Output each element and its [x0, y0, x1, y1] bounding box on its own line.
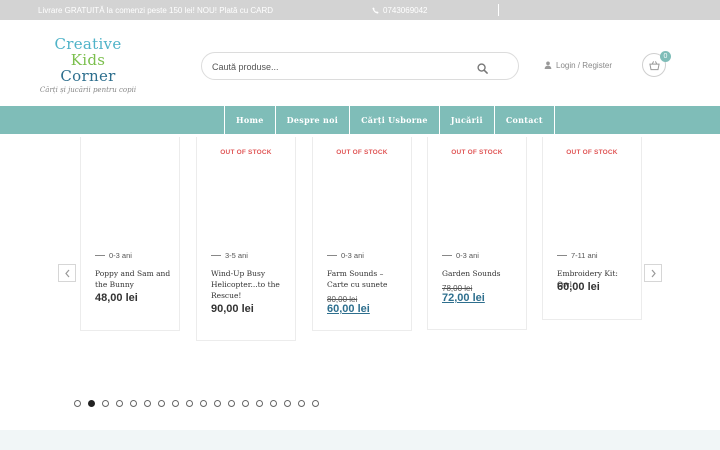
nav-menu: Home Despre noi Cărți Usborne Jucării Co… — [224, 106, 555, 134]
nav-item-home[interactable]: Home — [225, 106, 276, 134]
nav-item-contact[interactable]: Contact — [495, 106, 555, 134]
nav-item-carti-usborne[interactable]: Cărți Usborne — [350, 106, 440, 134]
out-of-stock-badge: OUT OF STOCK — [566, 149, 618, 156]
carousel-dot[interactable] — [186, 400, 193, 407]
chevron-left-icon — [65, 269, 70, 278]
phone-number: 0743069042 — [383, 6, 428, 15]
carousel-next-button[interactable] — [644, 264, 662, 282]
phone-icon — [372, 7, 379, 14]
product-title[interactable]: Farm Sounds – Carte cu sunete — [327, 268, 403, 290]
nav-item-jucarii[interactable]: Jucării — [440, 106, 495, 134]
carousel-dot[interactable] — [74, 400, 81, 407]
product-price: 48,00 lei — [95, 292, 138, 304]
user-icon — [544, 61, 552, 69]
product-price: 60,00 lei — [557, 281, 600, 293]
carousel-dot[interactable] — [242, 400, 249, 407]
carousel-dot[interactable] — [158, 400, 165, 407]
main-navigation: Home Despre noi Cărți Usborne Jucării Co… — [0, 106, 720, 134]
product-age: 3-5 ani — [211, 251, 248, 260]
product-title[interactable]: Garden Sounds — [442, 268, 518, 279]
search-button[interactable] — [477, 61, 488, 79]
logo-line-3: Corner — [60, 67, 116, 85]
product-card[interactable]: OUT OF STOCK 0-3 ani Garden Sounds 78,00… — [427, 137, 527, 330]
carousel-dot[interactable] — [214, 400, 221, 407]
login-register-link[interactable]: Login / Register — [544, 61, 612, 70]
site-logo[interactable]: Creative Kids Corner Cărți și jucării pe… — [36, 36, 140, 94]
topbar-divider — [498, 4, 499, 16]
logo-tagline: Cărți și jucării pentru copii — [39, 86, 137, 94]
footer-strip — [0, 430, 720, 450]
basket-icon — [649, 61, 660, 71]
carousel-dot[interactable] — [284, 400, 291, 407]
product-card[interactable]: OUT OF STOCK 0-3 ani Farm Sounds – Carte… — [312, 137, 412, 331]
cart-button[interactable]: 0 — [642, 51, 671, 77]
product-age: 0-3 ani — [327, 251, 364, 260]
promo-text: Livrare GRATUITĂ la comenzi peste 150 le… — [38, 6, 274, 15]
carousel-dot[interactable] — [144, 400, 151, 407]
cart-count-badge: 0 — [660, 51, 671, 62]
carousel-dot[interactable] — [130, 400, 137, 407]
login-label: Login / Register — [556, 61, 613, 70]
product-card[interactable]: OUT OF STOCK 7-11 ani Embroidery Kit: Ow… — [542, 137, 642, 320]
product-title[interactable]: Poppy and Sam and the Bunny — [95, 268, 171, 290]
carousel-pagination — [74, 400, 326, 407]
product-card[interactable]: OUT OF STOCK 3-5 ani Wind-Up Busy Helico… — [196, 137, 296, 341]
chevron-right-icon — [651, 269, 656, 278]
product-price: 90,00 lei — [211, 303, 254, 315]
out-of-stock-badge: OUT OF STOCK — [220, 149, 272, 156]
product-title[interactable]: Wind-Up Busy Helicopter...to the Rescue! — [211, 268, 287, 301]
carousel-dot[interactable] — [116, 400, 123, 407]
product-card[interactable]: 0-3 ani Poppy and Sam and the Bunny 48,0… — [80, 137, 180, 331]
carousel-dot[interactable] — [228, 400, 235, 407]
carousel-prev-button[interactable] — [58, 264, 76, 282]
phone-link[interactable]: 0743069042 — [372, 6, 428, 15]
carousel-dot[interactable] — [200, 400, 207, 407]
top-bar: Livrare GRATUITĂ la comenzi peste 150 le… — [0, 0, 720, 20]
nav-item-despre-noi[interactable]: Despre noi — [276, 106, 351, 134]
product-price: 60,00 lei — [327, 303, 370, 315]
product-age: 0-3 ani — [95, 251, 132, 260]
carousel-dot[interactable] — [88, 400, 95, 407]
carousel-dot[interactable] — [270, 400, 277, 407]
search-input[interactable] — [212, 59, 462, 75]
carousel-dot[interactable] — [312, 400, 319, 407]
search-box — [201, 52, 519, 80]
out-of-stock-badge: OUT OF STOCK — [336, 149, 388, 156]
carousel-dot[interactable] — [298, 400, 305, 407]
carousel-dot[interactable] — [256, 400, 263, 407]
product-price: 72,00 lei — [442, 292, 485, 304]
logo-line-2: Kids — [70, 51, 106, 69]
out-of-stock-badge: OUT OF STOCK — [451, 149, 503, 156]
product-age: 7-11 ani — [557, 251, 598, 260]
product-age: 0-3 ani — [442, 251, 479, 260]
search-icon — [477, 63, 488, 74]
site-header: Creative Kids Corner Cărți și jucării pe… — [0, 20, 720, 106]
carousel-dot[interactable] — [102, 400, 109, 407]
carousel-dot[interactable] — [172, 400, 179, 407]
logo-line-1: Creative — [54, 35, 122, 53]
